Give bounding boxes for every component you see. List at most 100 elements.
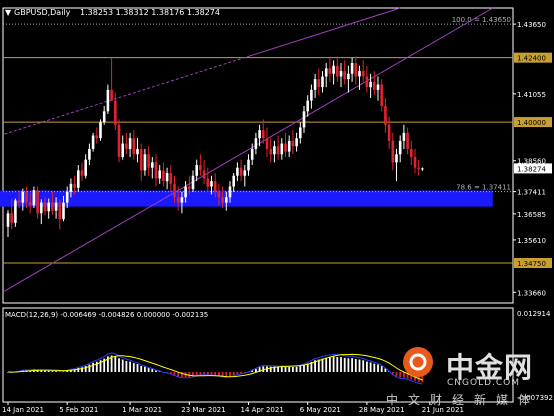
macd-histogram-bar (295, 366, 298, 372)
macd-histogram-bar (206, 372, 209, 375)
macd-histogram-bar (195, 372, 198, 376)
candle-body (228, 186, 232, 198)
macd-histogram-bar (358, 359, 361, 372)
candle-body (236, 167, 239, 176)
chart-menu-glyph: ▼ (5, 8, 12, 17)
candle-body (65, 191, 69, 203)
macd-histogram-bar (329, 357, 331, 372)
candle-body (413, 156, 417, 168)
macd-histogram-bar (380, 366, 383, 372)
macd-histogram-bar (151, 368, 154, 372)
candle-body (180, 197, 184, 203)
candle-body (206, 178, 210, 187)
macd-histogram-bar (373, 363, 376, 372)
candle-body (36, 190, 39, 214)
candle-body (54, 202, 58, 211)
candle-body (321, 76, 324, 88)
macd-histogram-bar (277, 366, 279, 372)
candle-body (125, 143, 128, 149)
macd-histogram-bar (225, 372, 228, 377)
macd-histogram-bar (343, 357, 346, 372)
candle-body (114, 100, 117, 125)
watermark-logo-icon (403, 347, 433, 377)
candle-body (376, 84, 380, 90)
candle-body (106, 89, 110, 112)
y-tick-label: 1.41055 (517, 91, 546, 99)
macd-histogram-bar (366, 361, 368, 372)
candle-body (395, 154, 398, 163)
candle-body (158, 170, 161, 179)
candle-body (77, 170, 80, 188)
candle-body (369, 81, 372, 88)
y-tick-label: 1.33660 (517, 289, 546, 297)
x-tick-label: 5 Feb 2021 (59, 406, 98, 414)
candle-body (391, 140, 395, 163)
candle-body (169, 173, 173, 184)
macd-histogram-bar (340, 357, 342, 372)
candle-body (254, 138, 258, 149)
candle-body (154, 162, 158, 179)
candle-body (188, 186, 191, 190)
candle-body (332, 65, 335, 74)
candle-body (310, 89, 313, 101)
macd-histogram-bar (144, 366, 146, 372)
candle-body (221, 197, 224, 203)
candle-body (410, 148, 413, 157)
candle-body (210, 181, 213, 187)
chart-window: 100.0 = 1.43650 78.6 = 1.37411 1.43650 1.42… (0, 0, 554, 416)
candle-body (32, 190, 36, 206)
macd-histogram-bar (229, 372, 231, 377)
candle-body (232, 175, 235, 187)
candle-body (213, 181, 217, 192)
candle-body (191, 175, 195, 190)
candle-body (147, 154, 150, 168)
candle-body (339, 71, 343, 77)
candle-body (17, 200, 21, 203)
candle-body (306, 100, 309, 112)
demand-zone (0, 190, 493, 207)
candle-body (350, 63, 354, 74)
candle-body (284, 143, 287, 152)
macd-label: MACD(12,26,9) -0.006469 -0.004826 0.0000… (5, 311, 208, 319)
candle-body (88, 148, 91, 160)
macd-histogram-bar (288, 366, 291, 372)
candle-body (102, 111, 106, 123)
x-tick-label: 6 May 2021 (300, 406, 341, 414)
candle-body (69, 183, 73, 192)
candle-body (199, 165, 202, 171)
watermark-site: CNGOLD.COM (447, 378, 521, 388)
macd-histogram-bar (121, 359, 124, 372)
current-price-label: 1.38274 (517, 165, 546, 173)
candle-body (162, 170, 165, 182)
macd-histogram-bar (354, 358, 357, 372)
candle-body (58, 202, 62, 220)
macd-histogram-bar (280, 366, 283, 372)
macd-histogram-bar (88, 364, 91, 372)
macd-histogram-bar (236, 372, 239, 375)
macd-histogram-bar (114, 356, 117, 372)
candle-body (250, 148, 254, 160)
candle-body (151, 162, 154, 168)
candle-body (302, 111, 306, 128)
candle-body (43, 202, 47, 212)
candle-body (91, 135, 95, 149)
candle-body (73, 183, 76, 188)
candle-body (361, 71, 365, 77)
macd-histogram-bar (118, 358, 120, 372)
candle-body (287, 140, 291, 152)
macd-histogram-bar (317, 359, 320, 372)
candle-body (380, 84, 383, 106)
candle-body (62, 202, 65, 220)
macd-histogram-bar (125, 360, 128, 372)
candle-body (121, 143, 124, 157)
macd-histogram-bar (129, 361, 131, 372)
macd-histogram-bar (395, 372, 398, 377)
level-tick-label: 1.34750 (517, 260, 546, 268)
x-tick-label: 1 Mar 2021 (122, 406, 162, 414)
y-tick-label: 1.36585 (517, 211, 546, 219)
candle-body (217, 191, 221, 198)
candle-body (347, 73, 350, 80)
macd-histogram-bar (321, 358, 324, 372)
candle-body (195, 165, 198, 176)
candle-body (6, 213, 10, 227)
